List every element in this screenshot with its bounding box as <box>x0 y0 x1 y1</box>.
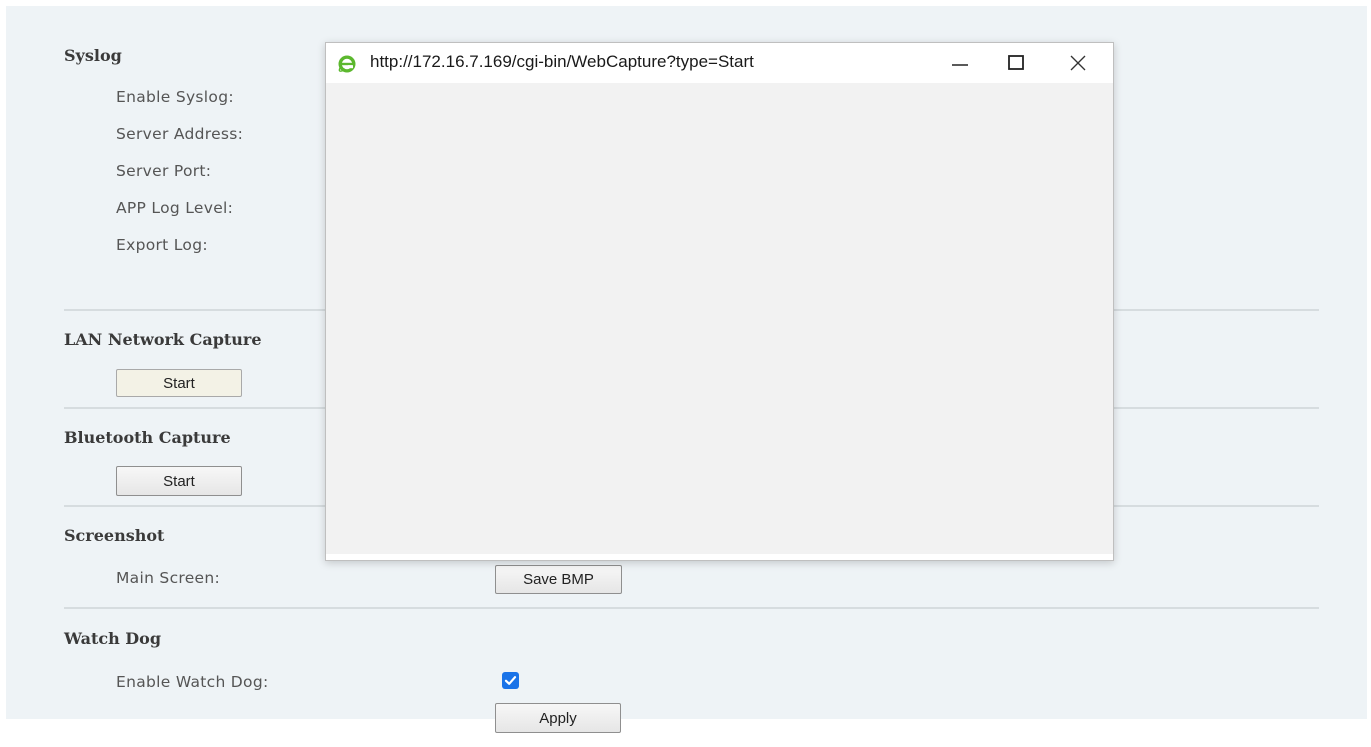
lan-capture-title: LAN Network Capture <box>64 330 262 349</box>
lan-capture-start-button[interactable]: Start <box>116 369 242 397</box>
divider <box>64 607 1319 609</box>
ie-browser-icon <box>338 55 356 73</box>
screenshot-title: Screenshot <box>64 526 165 545</box>
enable-syslog-label: Enable Syslog: <box>116 88 234 106</box>
maximize-icon[interactable] <box>1004 51 1028 75</box>
server-port-label: Server Port: <box>116 162 212 180</box>
popup-url: http://172.16.7.169/cgi-bin/WebCapture?t… <box>370 52 754 71</box>
bluetooth-capture-title: Bluetooth Capture <box>64 428 231 447</box>
apply-button[interactable]: Apply <box>495 703 621 733</box>
watchdog-title: Watch Dog <box>64 629 162 648</box>
save-bmp-button[interactable]: Save BMP <box>495 565 622 594</box>
enable-watchdog-checkbox[interactable] <box>502 672 519 689</box>
main-screen-label: Main Screen: <box>116 569 221 587</box>
capture-popup-window[interactable]: http://172.16.7.169/cgi-bin/WebCapture?t… <box>325 42 1114 561</box>
export-log-label: Export Log: <box>116 236 208 254</box>
close-icon[interactable] <box>1066 51 1090 75</box>
popup-content-area <box>326 83 1113 553</box>
syslog-title: Syslog <box>64 46 122 65</box>
app-log-level-label: APP Log Level: <box>116 199 234 217</box>
popup-titlebar[interactable]: http://172.16.7.169/cgi-bin/WebCapture?t… <box>326 43 1113 83</box>
enable-watchdog-label: Enable Watch Dog: <box>116 673 269 691</box>
bluetooth-capture-start-button[interactable]: Start <box>116 466 242 496</box>
server-address-label: Server Address: <box>116 125 244 143</box>
checkmark-icon <box>504 676 517 685</box>
popup-bottom-border <box>326 554 1113 560</box>
minimize-icon[interactable] <box>948 51 972 75</box>
